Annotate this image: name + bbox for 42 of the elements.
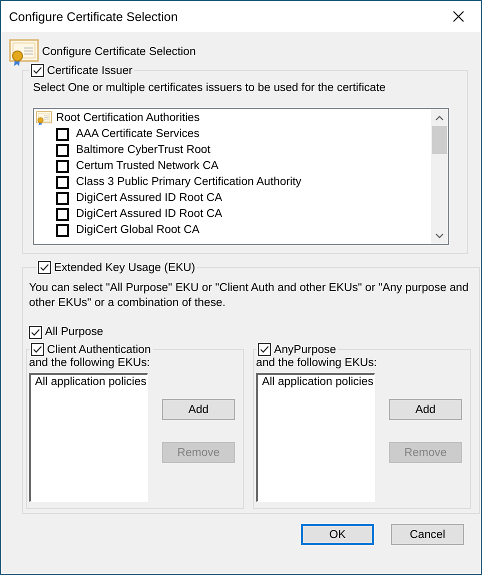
dialog-heading: Configure Certificate Selection <box>42 46 196 58</box>
checkbox[interactable] <box>56 224 69 236</box>
checkbox[interactable] <box>56 160 69 172</box>
ok-button[interactable]: OK <box>301 524 374 545</box>
tree-item[interactable]: DigiCert Assured ID Root CA <box>76 192 222 204</box>
cancel-button[interactable]: Cancel <box>391 524 464 545</box>
checkbox[interactable] <box>31 64 44 77</box>
caption-text: and the following EKUs: <box>256 357 378 369</box>
checkbox[interactable] <box>56 128 69 140</box>
add-button[interactable]: Add <box>162 399 235 420</box>
checkbox-label[interactable]: Certificate Issuer <box>47 64 132 76</box>
checkbox[interactable] <box>29 326 42 338</box>
caption-text: and the following EKUs: <box>29 357 151 369</box>
certificate-icon <box>36 110 52 126</box>
add-button[interactable]: Add <box>389 399 462 420</box>
checkbox-label[interactable]: Client Authentication <box>47 344 151 356</box>
scrollbar[interactable] <box>431 109 448 244</box>
tree-item[interactable]: AAA Certificate Services <box>76 128 200 140</box>
tree-item[interactable]: DigiCert Global Root CA <box>76 224 200 236</box>
window-title: Configure Certificate Selection <box>9 10 178 24</box>
checkbox[interactable] <box>56 176 69 188</box>
list-box[interactable]: All application policies <box>256 373 375 502</box>
checkbox[interactable] <box>56 144 69 156</box>
list-box[interactable]: All application policies <box>29 373 148 502</box>
checkbox[interactable] <box>31 343 44 356</box>
checkbox[interactable] <box>258 343 271 356</box>
checkbox-label[interactable]: All Purpose <box>45 326 104 338</box>
tree-item[interactable]: Certum Trusted Network CA <box>76 160 218 172</box>
checkbox[interactable] <box>56 208 69 220</box>
scrollbar-thumb[interactable] <box>432 126 447 154</box>
tree-item[interactable]: DigiCert Assured ID Root CA <box>76 208 222 220</box>
tree-list[interactable] <box>33 108 449 245</box>
description-text: You can select "All Purpose" EKU or "Client Auth and other EKUs" or "Any purpose and other EKUs" or a combination of these. <box>29 281 470 311</box>
tree-item[interactable]: Class 3 Public Primary Certification Authority <box>76 176 302 188</box>
checkbox-label[interactable]: AnyPurpose <box>274 344 336 356</box>
certificate-icon <box>9 37 39 67</box>
checkbox-label[interactable]: Extended Key Usage (EKU) <box>54 262 196 274</box>
tree-item[interactable]: Root Certification Authorities <box>56 112 200 124</box>
checkbox[interactable] <box>38 261 51 274</box>
tree-item[interactable]: Baltimore CyberTrust Root <box>76 144 210 156</box>
checkbox[interactable] <box>56 192 69 204</box>
description-text: Select One or multiple certificates issuers to be used for the certificate <box>33 81 387 96</box>
